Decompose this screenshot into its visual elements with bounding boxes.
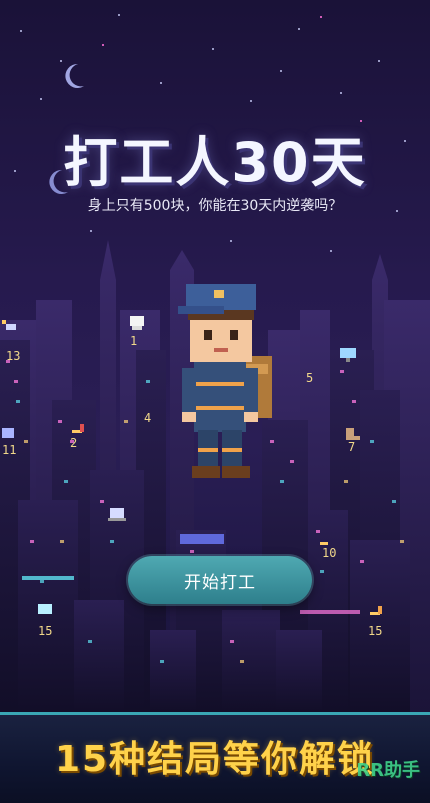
building-number: 5: [306, 371, 314, 385]
building-number: 11: [2, 443, 17, 457]
building-number: 15: [368, 624, 383, 638]
game-subtitle: 身上只有500块，你能在30天内逆袭吗？: [87, 198, 343, 214]
building-number: 15: [38, 624, 53, 638]
tv-icon: [2, 428, 14, 438]
building-number: 7: [348, 440, 356, 454]
brush-icon: [320, 542, 328, 545]
city-skyline: [0, 240, 430, 712]
building-number: 2: [70, 436, 78, 450]
laptop-icon: [108, 508, 126, 521]
tv-icon: [38, 604, 52, 614]
watermark: RR助手: [356, 760, 420, 781]
chef-hat-icon: [130, 316, 144, 330]
building-number: 13: [6, 349, 21, 363]
start-work-button[interactable]: 开始打工: [128, 556, 312, 604]
building-number: 10: [322, 546, 337, 560]
moon-icon: [65, 63, 84, 88]
building-number: 4: [144, 411, 152, 425]
building-number: 1: [130, 334, 138, 348]
game-title: 打工人30天: [63, 131, 367, 194]
